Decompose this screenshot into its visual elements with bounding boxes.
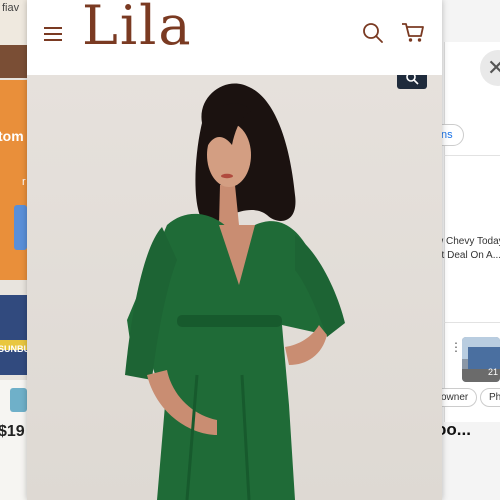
left-app-poster[interactable] — [0, 295, 27, 375]
divider — [444, 322, 500, 323]
brand-logo[interactable]: Lila — [82, 0, 193, 57]
product-image[interactable] — [27, 75, 442, 500]
app-header: Lila — [27, 0, 442, 75]
right-app-chip-pho[interactable]: Pho — [480, 388, 500, 407]
main-app-window: Lila — [27, 0, 442, 500]
close-icon[interactable]: ✕ — [487, 55, 500, 81]
more-options-icon[interactable]: ⋮ — [450, 340, 462, 354]
right-app-thumbnail[interactable]: 21 — [462, 337, 500, 382]
right-app-item-line-1: w Chevy Today — [436, 236, 500, 247]
left-app-poster-text: SUNBU — [0, 344, 27, 354]
model-figure — [125, 83, 345, 500]
left-app-top-text: fiav — [2, 2, 20, 14]
left-app-promo-text: tom — [0, 128, 24, 144]
left-app-button[interactable] — [14, 205, 27, 250]
divider — [444, 155, 500, 156]
left-app-price: $19 — [0, 423, 25, 440]
right-app-thumb-badge: 21 — [487, 367, 498, 377]
left-app-thumb[interactable] — [10, 388, 27, 412]
left-app-small-text: r — [22, 176, 26, 188]
search-icon[interactable] — [362, 22, 384, 44]
menu-icon[interactable] — [44, 27, 62, 41]
cart-icon[interactable] — [401, 22, 425, 44]
left-background-app: fiav tom r SUNBU $19 — [0, 0, 27, 500]
left-app-banner — [0, 45, 27, 78]
right-app-item-line-2: at Deal On A... — [436, 250, 500, 261]
